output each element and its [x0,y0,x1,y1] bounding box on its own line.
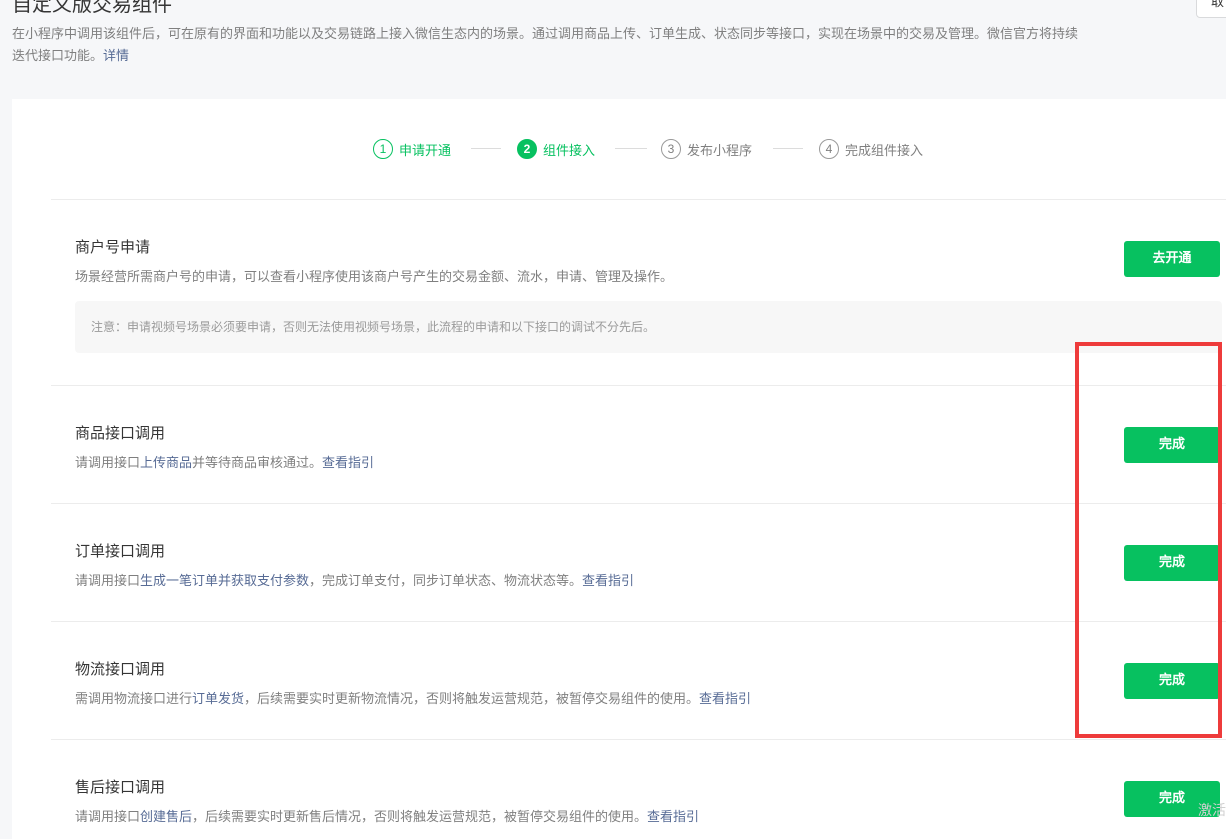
step-integrate: 2 组件接入 [517,136,595,162]
divider [51,385,1226,386]
create-aftersale-link[interactable]: 创建售后 [140,810,192,825]
divider [51,621,1226,622]
section-desc-product: 请调用接口上传商品并等待商品审核通过。查看指引 [75,452,374,471]
divider [51,199,1226,200]
highlight-annotation-box [1075,342,1222,738]
desc-text: 请调用接口 [75,456,141,471]
step-connector [615,148,647,149]
page-title: 自定义版交易组件 [12,0,172,16]
step-connector [773,148,803,149]
section-desc-aftersale: 请调用接口创建售后，后续需要实时更新售后情况，否则将触发运营规范，被暂停交易组件… [75,806,699,825]
desc-text: 并等待商品审核通过。 [192,456,323,471]
ship-order-link[interactable]: 订单发货 [192,692,244,707]
step-complete: 4 完成组件接入 [819,136,923,162]
notice-text: 注意：申请视频号场景必须要申请，否则无法使用视频号场景，此流程的申请和以下接口的… [91,320,656,334]
divider [51,739,1226,740]
section-title-logistics: 物流接口调用 [75,660,166,678]
step-number: 4 [819,139,839,159]
intro-text: 在小程序中调用该组件后，可在原有的界面和功能以及交易链路上接入微信生态内的场景。… [12,24,1087,68]
step-publish: 3 发布小程序 [661,136,752,162]
open-merchant-button[interactable]: 去开通 [1124,241,1220,277]
desc-text: 请调用接口 [75,810,141,825]
step-number: 2 [517,139,537,159]
section-title-merchant: 商户号申请 [75,238,151,256]
step-label: 组件接入 [543,143,596,159]
desc-text: 需调用物流接口进行 [75,692,193,707]
step-label: 完成组件接入 [845,143,924,159]
divider [51,503,1226,504]
desc-text: ，完成订单支付，同步订单状态、物流状态等。 [309,574,583,589]
intro-details-link[interactable]: 详情 [103,49,129,64]
desc-text: 请调用接口 [75,574,141,589]
guide-link[interactable]: 查看指引 [647,810,699,825]
create-order-link[interactable]: 生成一笔订单并获取支付参数 [140,574,309,589]
section-desc-logistics: 需调用物流接口进行订单发货，后续需要实时更新物流情况，否则将触发运营规范，被暂停… [75,688,751,707]
upload-product-link[interactable]: 上传商品 [140,456,192,471]
step-label: 发布小程序 [687,143,753,159]
section-title-order: 订单接口调用 [75,542,166,560]
step-number: 1 [373,139,393,159]
step-label: 申请开通 [399,143,452,159]
section-desc-merchant: 场景经营所需商户号的申请，可以查看小程序使用该商户号产生的交易金额、流水，申请、… [75,270,674,285]
step-connector [471,148,501,149]
section-title-product: 商品接口调用 [75,424,166,442]
desc-text: ，后续需要实时更新售后情况，否则将触发运营规范，被暂停交易组件的使用。 [192,810,648,825]
desc-text: ，后续需要实时更新物流情况，否则将触发运营规范，被暂停交易组件的使用。 [244,692,700,707]
guide-link[interactable]: 查看指引 [322,456,374,471]
intro-body: 在小程序中调用该组件后，可在原有的界面和功能以及交易链路上接入微信生态内的场景。… [12,27,1079,64]
step-number: 3 [661,139,681,159]
section-desc-order: 请调用接口生成一笔订单并获取支付参数，完成订单支付，同步订单状态、物流状态等。查… [75,570,634,589]
top-right-button[interactable]: 取 [1196,0,1226,18]
step-apply: 1 申请开通 [373,136,451,162]
section-title-aftersale: 售后接口调用 [75,778,166,796]
notice-box: 注意：申请视频号场景必须要申请，否则无法使用视频号场景，此流程的申请和以下接口的… [75,301,1222,353]
guide-link[interactable]: 查看指引 [582,574,634,589]
activation-watermark: 激活 [1198,803,1226,819]
guide-link[interactable]: 查看指引 [699,692,751,707]
progress-steps: 1 申请开通 2 组件接入 3 发布小程序 4 完成组件接入 [0,136,1226,162]
